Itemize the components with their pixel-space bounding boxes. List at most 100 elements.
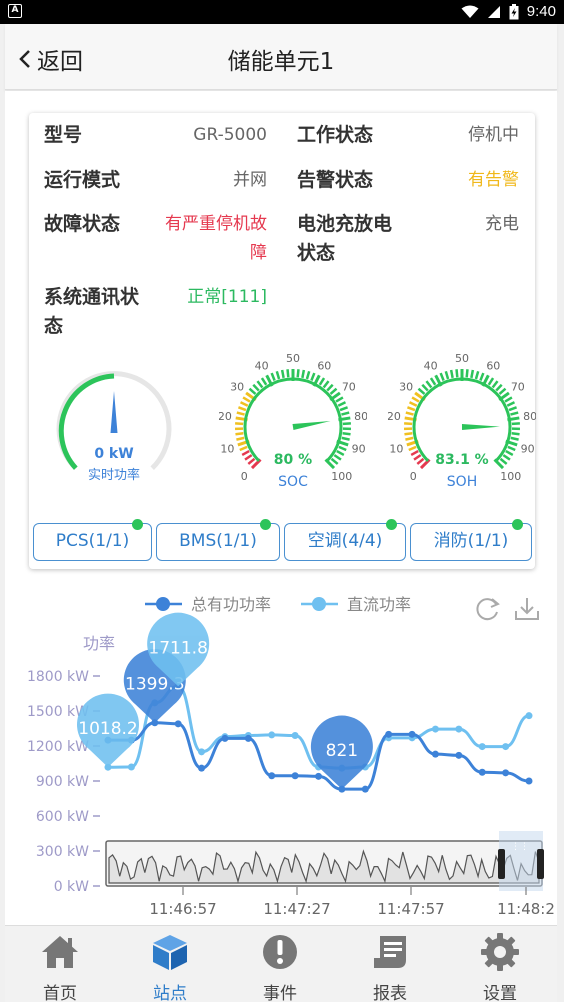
gauge-tick — [270, 372, 276, 381]
data-point[interactable] — [525, 712, 533, 720]
gauge-tick — [341, 411, 350, 416]
zoom-slider[interactable]: ⋮⋮ — [105, 831, 544, 891]
gauge-tick-label: 20 — [219, 410, 232, 423]
data-point[interactable] — [455, 751, 463, 759]
data-point[interactable] — [127, 763, 135, 771]
gauge-tick — [286, 369, 290, 378]
legend-total-power[interactable]: 总有功功率 — [191, 595, 271, 614]
aircon-button[interactable]: 空调(4/4) — [284, 519, 406, 561]
gauge-tick-label: 50 — [286, 353, 300, 365]
gauge-tick — [487, 377, 495, 386]
online-dot — [512, 519, 523, 530]
slider-handle-right[interactable] — [537, 849, 544, 879]
tab-events[interactable]: 事件 — [225, 926, 335, 1002]
tab-station-label: 站点 — [153, 984, 187, 1002]
data-point[interactable] — [408, 730, 416, 738]
soh-value: 83.1 % — [435, 452, 488, 468]
data-point[interactable] — [291, 772, 299, 780]
data-point[interactable] — [268, 772, 276, 780]
online-dot — [132, 519, 143, 530]
pcs-button-label: PCS(1/1) — [55, 531, 130, 551]
gauge-tick-label: 60 — [317, 360, 331, 373]
gauge-tick — [256, 380, 264, 389]
gauge-tick — [236, 411, 245, 416]
bms-button[interactable]: BMS(1/1) — [156, 519, 280, 561]
tab-home[interactable]: 首页 — [5, 926, 115, 1002]
chart-legend: 总有功功率 直流功率 — [145, 595, 411, 614]
data-point[interactable] — [268, 731, 276, 739]
gauge-tick — [242, 396, 251, 403]
model-value: GR-5000 — [193, 125, 267, 145]
online-dot — [260, 519, 271, 530]
gauge-tick — [508, 406, 517, 412]
gauge-tick — [326, 383, 334, 392]
gauge-tick — [505, 449, 514, 457]
gauge-tick — [410, 449, 419, 457]
pcs-button[interactable]: PCS(1/1) — [33, 519, 152, 561]
tab-events-label: 事件 — [263, 984, 297, 1002]
data-point[interactable] — [431, 750, 439, 758]
data-point[interactable] — [478, 768, 486, 776]
gauge-tick-label: 0 — [241, 470, 248, 483]
gauge-tick — [510, 411, 519, 416]
y-tick-label: 1800 kW — [27, 669, 89, 685]
data-point[interactable] — [502, 769, 510, 777]
gauge-tick — [411, 396, 420, 403]
gauge-tick — [235, 432, 244, 436]
gauge-tick-label: 90 — [521, 442, 535, 455]
gauge-tick — [296, 369, 300, 378]
gauge-tick — [511, 432, 520, 436]
data-point[interactable] — [198, 764, 206, 772]
data-point[interactable] — [315, 772, 322, 780]
gauge-tick-label: 100 — [331, 470, 352, 483]
data-point[interactable] — [198, 748, 206, 756]
data-point[interactable] — [431, 725, 439, 733]
gauge-tick — [247, 457, 256, 465]
x-tick-label: 11:47:27 — [263, 900, 330, 918]
data-point[interactable] — [244, 734, 252, 742]
data-point[interactable] — [174, 720, 182, 728]
data-point[interactable] — [291, 732, 299, 739]
model-label: 型号 — [44, 124, 83, 146]
soc-gauge: 0 10 20 30 40 50 60 70 80 90 100 80 % SOC — [219, 353, 367, 490]
tab-home-label: 首页 — [43, 984, 77, 1002]
gauge-tick-label: 20 — [388, 410, 401, 423]
tab-settings[interactable]: 设置 — [445, 926, 555, 1002]
gauge-tick — [455, 369, 459, 378]
data-point[interactable] — [385, 730, 393, 738]
refresh-icon[interactable] — [476, 598, 500, 621]
download-icon[interactable] — [515, 598, 539, 620]
slider-handle-left[interactable] — [498, 849, 505, 879]
cube-icon — [153, 935, 187, 970]
data-point[interactable] — [361, 785, 369, 793]
power-label: 实时功率 — [88, 467, 140, 483]
data-point[interactable] — [455, 725, 463, 733]
gauge-tick — [449, 369, 454, 379]
gauge-tick — [511, 422, 520, 426]
tab-station[interactable]: 站点 — [115, 926, 225, 1002]
tab-reports-label: 报表 — [373, 984, 407, 1002]
gauge-tick-label: 30 — [399, 380, 413, 393]
gauge-tick — [342, 432, 351, 436]
gauge-tick — [235, 422, 244, 426]
data-point[interactable] — [525, 777, 533, 785]
gauge-tick — [429, 377, 437, 386]
comm-status-value: 正常[111] — [187, 287, 267, 307]
battery-status-value: 充电 — [485, 214, 519, 234]
gauge-tick — [342, 422, 351, 426]
gauge-tick — [407, 406, 416, 412]
gauge-tick-label: 90 — [352, 442, 366, 455]
gauge-tick — [416, 457, 425, 465]
gauge-tick-label: 30 — [230, 380, 244, 393]
tab-reports[interactable]: 报表 — [335, 926, 445, 1002]
data-point[interactable] — [478, 743, 486, 751]
run-mode-label: 运行模式 — [44, 169, 121, 191]
legend-dc-power[interactable]: 直流功率 — [347, 595, 411, 614]
fire-button[interactable]: 消防(1/1) — [410, 519, 532, 561]
data-point[interactable] — [221, 734, 229, 742]
fire-button-label: 消防(1/1) — [433, 531, 509, 551]
alarm-status-label: 告警状态 — [297, 169, 374, 191]
data-point[interactable] — [502, 743, 510, 751]
fault-status-value: 有严重停机故障 — [165, 214, 267, 263]
gauge-tick-label: 60 — [486, 360, 500, 373]
